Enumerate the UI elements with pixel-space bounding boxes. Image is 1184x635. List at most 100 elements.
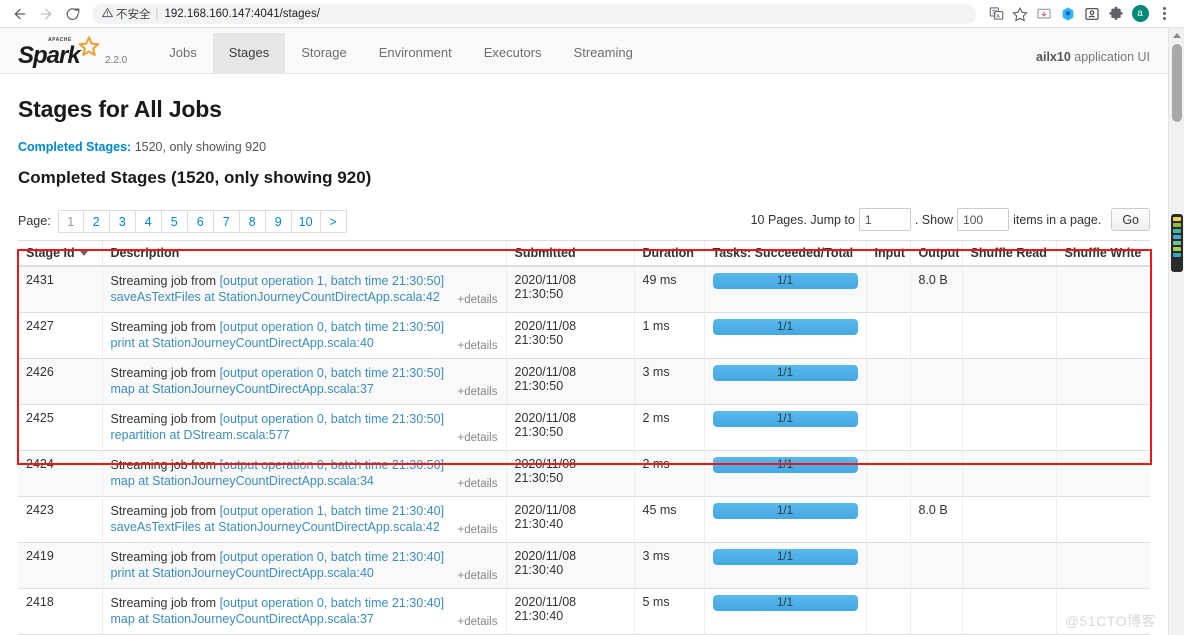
column-header-duration[interactable]: Duration	[633, 240, 704, 267]
tab-environment[interactable]: Environment	[363, 33, 468, 73]
column-header-submitted[interactable]: Submitted	[505, 240, 634, 267]
tab-jobs[interactable]: Jobs	[153, 33, 212, 73]
details-toggle-link[interactable]: +details	[458, 294, 498, 306]
column-header-input[interactable]: Input	[865, 240, 910, 267]
page-link-9[interactable]: 9	[265, 209, 292, 233]
avatar-letter: a	[1131, 5, 1149, 22]
batch-time-link[interactable]: [output operation 0, batch time 21:30:50…	[220, 320, 444, 334]
page-link-4[interactable]: 4	[135, 209, 162, 233]
column-header-shuffle-write[interactable]: Shuffle Write	[1055, 240, 1150, 267]
cell-output	[909, 450, 962, 497]
stage-name-link[interactable]: saveAsTextFiles at StationJourneyCountDi…	[111, 290, 440, 304]
avatar[interactable]: a	[1128, 2, 1152, 26]
batch-time-link[interactable]: [output operation 0, batch time 21:30:40…	[220, 550, 444, 564]
details-toggle-link[interactable]: +details	[458, 616, 498, 628]
extension-blue-icon[interactable]	[1056, 2, 1080, 26]
batch-time-link[interactable]: [output operation 0, batch time 21:30:50…	[220, 458, 444, 472]
column-header-output[interactable]: Output	[909, 240, 962, 267]
stage-name-link[interactable]: repartition at DStream.scala:577	[111, 428, 290, 442]
kebab-menu-icon[interactable]	[1152, 2, 1176, 26]
profile-card-icon[interactable]	[1080, 2, 1104, 26]
cell-submitted: 2020/11/08 21:30:40	[505, 542, 634, 589]
page-link-2[interactable]: 2	[83, 209, 110, 233]
column-header-stage-id[interactable]: Stage Id	[18, 240, 102, 267]
page-link-5[interactable]: 5	[161, 209, 188, 233]
stage-name-link[interactable]: map at StationJourneyCountDirectApp.scal…	[111, 382, 374, 396]
page-link-1[interactable]: 1	[57, 209, 84, 233]
description-line-2: repartition at DStream.scala:577	[111, 427, 448, 444]
stage-name-link[interactable]: print at StationJourneyCountDirectApp.sc…	[111, 566, 374, 580]
details-toggle-link[interactable]: +details	[458, 524, 498, 536]
stage-name-link[interactable]: map at StationJourneyCountDirectApp.scal…	[111, 474, 374, 488]
back-arrow-icon[interactable]	[8, 2, 32, 26]
items-per-page-input[interactable]	[957, 208, 1010, 231]
batch-time-link[interactable]: [output operation 1, batch time 21:30:50…	[220, 274, 444, 288]
description-line-2: map at StationJourneyCountDirectApp.scal…	[111, 473, 448, 490]
cell-shuffle-read	[961, 450, 1056, 497]
cell-duration: 3 ms	[633, 542, 704, 589]
cell-shuffle-read	[961, 588, 1056, 635]
page-link-3[interactable]: 3	[109, 209, 136, 233]
cell-stage-id: 2425	[18, 404, 102, 451]
stage-name-link[interactable]: saveAsTextFiles at StationJourneyCountDi…	[111, 520, 440, 534]
page-scrollbar[interactable]	[1168, 28, 1184, 635]
spark-logo-link[interactable]: APACHE Spark 2.2.0	[18, 36, 127, 69]
batch-time-link[interactable]: [output operation 1, batch time 21:30:40…	[220, 504, 444, 518]
forward-arrow-icon[interactable]	[34, 2, 58, 26]
page-link-6[interactable]: 6	[187, 209, 214, 233]
batch-time-link[interactable]: [output operation 0, batch time 21:30:50…	[220, 366, 444, 380]
batch-time-link[interactable]: [output operation 0, batch time 21:30:50…	[220, 412, 444, 426]
page-title: Stages for All Jobs	[18, 96, 222, 122]
page-link-next[interactable]: >	[320, 209, 347, 233]
tab-storage[interactable]: Storage	[285, 33, 363, 73]
tab-streaming[interactable]: Streaming	[558, 33, 649, 73]
column-header-tasks[interactable]: Tasks: Succeeded/Total	[703, 240, 866, 267]
description-line-2: saveAsTextFiles at StationJourneyCountDi…	[111, 289, 448, 306]
description-line-2: print at StationJourneyCountDirectApp.sc…	[111, 335, 448, 352]
translate-icon[interactable]: 文A	[984, 2, 1008, 26]
details-toggle-link[interactable]: +details	[458, 386, 498, 398]
stage-name-link[interactable]: map at StationJourneyCountDirectApp.scal…	[111, 612, 374, 626]
details-toggle-link[interactable]: +details	[458, 432, 498, 444]
items-per-page-suffix: items in a page.	[1013, 212, 1102, 227]
tab-executors[interactable]: Executors	[468, 33, 558, 73]
page-link-10[interactable]: 10	[291, 209, 321, 233]
column-header-description[interactable]: Description	[101, 240, 506, 267]
jump-to-page-input[interactable]	[858, 208, 911, 231]
stage-name-link[interactable]: print at StationJourneyCountDirectApp.sc…	[111, 336, 374, 350]
cell-stage-id: 2427	[18, 312, 102, 359]
scrollbar-thumb-secondary[interactable]	[1171, 214, 1183, 272]
extensions-puzzle-icon[interactable]	[1104, 2, 1128, 26]
cell-output	[909, 404, 962, 451]
address-bar[interactable]: 不安全 | 192.168.160.147:4041/stages/	[92, 3, 976, 24]
cell-submitted: 2020/11/08 21:30:50	[505, 358, 634, 405]
cell-shuffle-read	[961, 312, 1056, 359]
cell-duration: 5 ms	[633, 588, 704, 635]
spark-logo-icon: APACHE Spark	[18, 36, 102, 69]
tab-stages[interactable]: Stages	[212, 33, 286, 73]
cell-shuffle-write	[1055, 358, 1150, 405]
bookmark-star-icon[interactable]	[1008, 2, 1032, 26]
cell-output: 8.0 B	[909, 496, 962, 543]
cell-description: Streaming job from [output operation 1, …	[101, 496, 506, 543]
reload-icon[interactable]	[60, 2, 84, 26]
page-link-7[interactable]: 7	[213, 209, 240, 233]
completed-stages-link[interactable]: Completed Stages:	[18, 140, 131, 154]
stages-table-body: 2431 Streaming job from [output operation…	[18, 265, 1150, 635]
details-toggle-link[interactable]: +details	[458, 340, 498, 352]
details-toggle-link[interactable]: +details	[458, 478, 498, 490]
go-button[interactable]: Go	[1111, 208, 1150, 231]
cell-shuffle-read	[961, 265, 1056, 313]
scrollbar-up-arrow-icon[interactable]	[1169, 28, 1184, 42]
page-link-8[interactable]: 8	[239, 209, 266, 233]
spark-ui-page: APACHE Spark 2.2.0 Jobs Stages Storage E…	[0, 28, 1168, 635]
column-header-shuffle-read[interactable]: Shuffle Read	[961, 240, 1056, 267]
download-icon[interactable]	[1032, 2, 1056, 26]
cell-stage-id: 2423	[18, 496, 102, 543]
cell-description: Streaming job from [output operation 0, …	[101, 312, 506, 359]
scrollbar-thumb[interactable]	[1172, 44, 1182, 122]
cell-duration: 1 ms	[633, 312, 704, 359]
cell-submitted: 2020/11/08 21:30:40	[505, 496, 634, 543]
batch-time-link[interactable]: [output operation 0, batch time 21:30:40…	[220, 596, 444, 610]
details-toggle-link[interactable]: +details	[458, 570, 498, 582]
